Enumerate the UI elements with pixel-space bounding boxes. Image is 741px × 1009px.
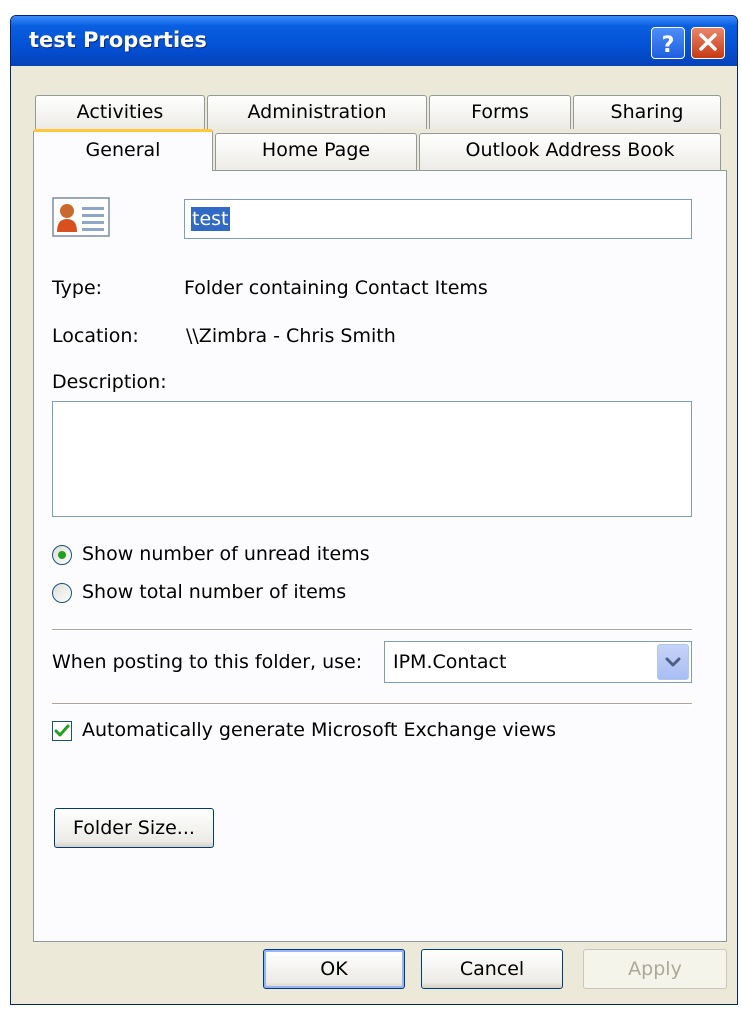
apply-button[interactable]: Apply [583,949,727,989]
ok-button[interactable]: OK [263,949,405,989]
radio-selected-dot [58,551,66,559]
dropdown-button[interactable] [657,644,689,680]
tab-forms[interactable]: Forms [429,95,571,129]
chevron-down-icon [665,657,681,667]
auto-views-label[interactable]: Automatically generate Microsoft Exchang… [82,719,556,741]
folder-size-button[interactable]: Folder Size... [54,808,214,848]
radio-show-unread[interactable] [52,545,72,565]
description-label: Description: [52,371,167,393]
separator [52,703,692,705]
close-button[interactable] [691,27,725,59]
question-mark-icon: ? [662,33,675,58]
auto-views-checkbox[interactable] [52,721,72,741]
help-button[interactable]: ? [651,27,685,59]
posting-label: When posting to this folder, use: [52,651,363,673]
window-title: test Properties [29,28,207,52]
separator [52,629,692,631]
type-value: Folder containing Contact Items [184,277,488,299]
tab-administration[interactable]: Administration [207,95,427,129]
radio-show-total-label[interactable]: Show total number of items [82,581,346,603]
tab-activities[interactable]: Activities [35,95,205,129]
location-value: \\Zimbra - Chris Smith [186,325,396,347]
description-textarea[interactable] [52,401,692,517]
folder-name-text: test [191,207,230,231]
posting-form-value: IPM.Contact [393,651,507,673]
properties-dialog: test Properties ? Activities Administrat… [10,15,738,1005]
posting-form-select[interactable]: IPM.Contact [384,641,692,683]
cancel-button[interactable]: Cancel [421,949,563,989]
tab-outlook-address-book[interactable]: Outlook Address Book [419,133,721,171]
title-bar[interactable]: test Properties ? [11,16,737,66]
folder-name-input[interactable]: test [184,199,692,239]
radio-show-unread-label[interactable]: Show number of unread items [82,543,370,565]
tab-home-page[interactable]: Home Page [215,133,417,171]
close-x-icon [699,33,717,51]
svg-text:?: ? [662,33,675,58]
checkmark-icon [54,724,70,737]
radio-show-total[interactable] [52,583,72,603]
tab-sharing[interactable]: Sharing [573,95,721,129]
location-label: Location: [52,325,139,347]
general-tab-panel: test Type: Folder containing Contact Ite… [33,170,727,942]
type-label: Type: [52,277,103,299]
contact-card-icon [52,197,110,237]
tab-general[interactable]: General [33,129,213,171]
